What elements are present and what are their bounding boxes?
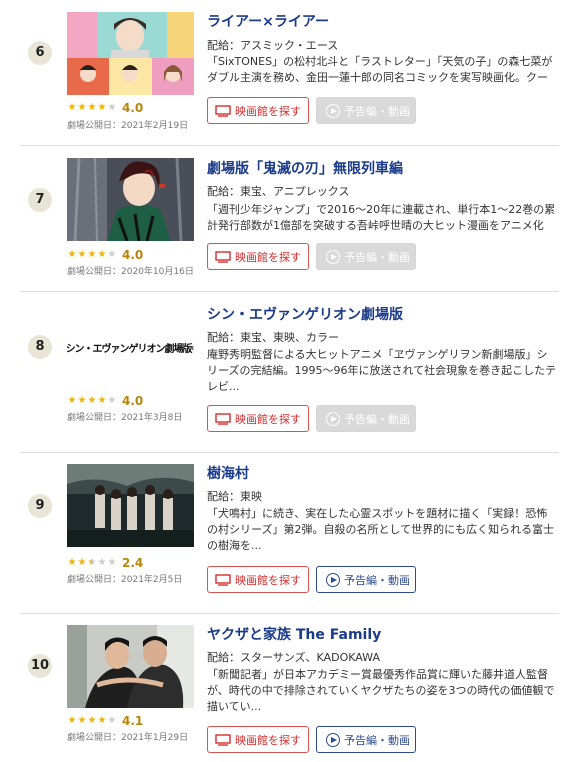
star-icon: ★ xyxy=(107,102,117,113)
rating-score: 4.0 xyxy=(122,248,144,262)
star-rating: ★ ★ ★ ★ ★ 2.4 xyxy=(67,556,144,570)
distributor: 配給：東映 xyxy=(207,490,262,503)
movie-title[interactable]: ヤクザと家族 The Family xyxy=(207,626,381,644)
star-icon: ★ xyxy=(107,249,117,260)
theater-icon xyxy=(215,104,231,117)
star-rating: ★ ★ ★ ★ ★ 4.1 xyxy=(67,714,144,728)
movie-row: 6 ★ ★ ★ ★ ★ 4.0 劇場公開日：2021年2月19日 ライアー×ライ… xyxy=(0,0,579,146)
theater-icon xyxy=(215,250,231,263)
release-date: 劇場公開日：2021年3月8日 xyxy=(67,413,183,423)
play-icon xyxy=(326,103,340,118)
rating-score: 4.0 xyxy=(122,101,144,115)
movie-title[interactable]: 劇場版「鬼滅の刃」無限列車編 xyxy=(207,160,403,178)
movie-description: 「週刊少年ジャンプ」で2016〜20年に連載され、単行本1〜22巻の累計発行部数… xyxy=(207,203,556,232)
star-icon: ★ xyxy=(97,395,107,406)
star-icon: ★ xyxy=(107,557,117,568)
movie-row: 10 ★ ★ ★ ★ ★ 4.1 劇場公開日：2021年1月29日 ヤクザと家族 The… xyxy=(0,614,579,760)
movie-description: 「SixTONES」の松村北斗と「ラストレター」「天気の子」の森七菜がダブル主演… xyxy=(207,55,553,84)
rank-badge: 6 xyxy=(28,41,52,65)
movie-thumbnail[interactable]: シン・エヴァンゲリオン劇場版𝄇 xyxy=(67,306,194,389)
theater-icon xyxy=(215,733,231,746)
movie-title[interactable]: シン・エヴァンゲリオン劇場版 xyxy=(207,306,403,324)
release-date: 劇場公開日：2021年2月5日 xyxy=(67,575,183,585)
distributor: 配給：スターサンズ、KADOKAWA xyxy=(207,651,380,664)
star-icon: ★ xyxy=(97,715,107,726)
star-icon: ★ xyxy=(107,395,117,406)
star-icon: ★ xyxy=(67,395,77,406)
theater-icon xyxy=(215,573,231,586)
find-theater-button[interactable]: 映画館を探す xyxy=(207,726,309,753)
rank-badge: 10 xyxy=(28,654,52,678)
find-theater-button[interactable]: 映画館を探す xyxy=(207,405,309,432)
distributor: 配給：東宝、アニプレックス xyxy=(207,185,350,198)
star-icon: ★ xyxy=(97,102,107,113)
movie-ranking-list: 6 ★ ★ ★ ★ ★ 4.0 劇場公開日：2021年2月19日 ライアー×ライ… xyxy=(0,0,579,762)
rank-badge: 9 xyxy=(28,494,52,518)
find-theater-button[interactable]: 映画館を探す xyxy=(207,566,309,593)
star-icon: ★ xyxy=(77,102,87,113)
rating-score: 4.0 xyxy=(122,394,144,408)
star-icon: ★ xyxy=(77,249,87,260)
release-date: 劇場公開日：2020年10月16日 xyxy=(67,267,194,277)
find-theater-button[interactable]: 映画館を探す xyxy=(207,97,309,124)
star-rating: ★ ★ ★ ★ ★ 4.0 xyxy=(67,248,144,262)
movie-thumbnail[interactable] xyxy=(67,12,194,95)
star-icon: ★ xyxy=(67,557,77,568)
release-date: 劇場公開日：2021年2月19日 xyxy=(67,121,189,131)
star-icon: ★ xyxy=(87,249,97,260)
movie-description: 「新聞記者」が日本アカデミー賞最優秀作品賞に輝いた藤井道人監督が、時代の中で排除… xyxy=(207,668,555,713)
rank-badge: 7 xyxy=(28,188,52,212)
trailer-button[interactable]: 予告編・動画 xyxy=(316,566,416,593)
star-icon: ★ xyxy=(87,395,97,406)
distributor: 配給：アスミック・エース xyxy=(207,39,339,52)
rank-badge: 8 xyxy=(28,335,52,359)
play-icon xyxy=(326,411,340,426)
star-icon: ★ xyxy=(77,715,87,726)
movie-row: 7 ★ ★ ★ ★ ★ 4.0 劇場公開日：2020年10月16日 劇場版「鬼滅の刃」無… xyxy=(0,146,579,292)
star-icon: ★ xyxy=(67,715,77,726)
trailer-button[interactable]: 予告編・動画 xyxy=(316,243,416,270)
movie-description: 庵野秀明監督による大ヒットアニメ「ヱヴァンゲリヲン新劇場版」シリーズの完結編。1… xyxy=(207,348,557,393)
title-logo: シン・エヴァンゲリオン劇場版𝄇 xyxy=(67,344,194,355)
play-icon xyxy=(326,249,340,264)
play-icon xyxy=(326,732,340,747)
trailer-button[interactable]: 予告編・動画 xyxy=(316,726,416,753)
movie-title[interactable]: ライアー×ライアー xyxy=(207,13,329,31)
find-theater-button[interactable]: 映画館を探す xyxy=(207,243,309,270)
movie-thumbnail[interactable] xyxy=(67,158,194,241)
star-icon: ★ xyxy=(87,557,97,568)
theater-icon xyxy=(215,412,231,425)
rating-score: 4.1 xyxy=(122,714,144,728)
rating-score: 2.4 xyxy=(122,556,144,570)
star-icon: ★ xyxy=(87,715,97,726)
movie-row: 8 シン・エヴァンゲリオン劇場版𝄇 ★ ★ ★ ★ ★ 4.0 劇場公開日：2021年3… xyxy=(0,292,579,453)
star-icon: ★ xyxy=(87,102,97,113)
movie-thumbnail[interactable] xyxy=(67,464,194,547)
play-icon xyxy=(326,572,340,587)
movie-title[interactable]: 樹海村 xyxy=(207,465,249,483)
star-rating: ★ ★ ★ ★ ★ 4.0 xyxy=(67,101,144,115)
star-rating: ★ ★ ★ ★ ★ 4.0 xyxy=(67,394,144,408)
trailer-button[interactable]: 予告編・動画 xyxy=(316,97,416,124)
movie-row: 9 ★ ★ ★ ★ ★ 2.4 劇場公開日：2021年2月5日 樹海村 配給：東… xyxy=(0,453,579,614)
release-date: 劇場公開日：2021年1月29日 xyxy=(67,733,189,743)
star-icon: ★ xyxy=(97,249,107,260)
star-icon: ★ xyxy=(67,249,77,260)
star-icon: ★ xyxy=(77,557,87,568)
trailer-button[interactable]: 予告編・動画 xyxy=(316,405,416,432)
star-icon: ★ xyxy=(67,102,77,113)
movie-thumbnail[interactable] xyxy=(67,625,194,708)
star-icon: ★ xyxy=(97,557,107,568)
star-icon: ★ xyxy=(107,715,117,726)
movie-description: 「犬鳴村」に続き、実在した心霊スポットを題材に描く「実録！恐怖の村シリーズ」第2… xyxy=(207,507,555,552)
distributor: 配給：東宝、東映、カラー xyxy=(207,331,339,344)
star-icon: ★ xyxy=(77,395,87,406)
